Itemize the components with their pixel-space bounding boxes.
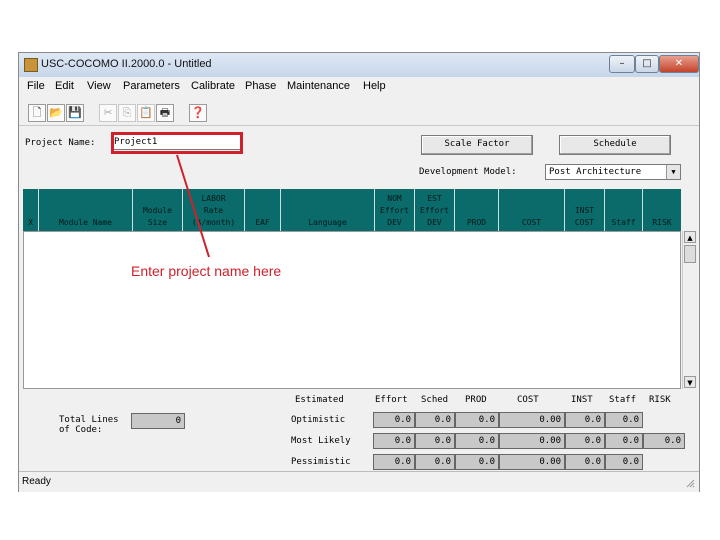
status-bar: Ready — [19, 471, 699, 492]
estimated-header: Estimated — [295, 395, 344, 405]
optimistic-inst: 0.0 — [565, 412, 605, 428]
optimistic-cost: 0.00 — [499, 412, 565, 428]
most-likely-sched: 0.0 — [415, 433, 455, 449]
col-header-inst-cost[interactable]: INST COST — [565, 189, 605, 231]
minimize-button[interactable]: – — [609, 55, 635, 73]
menu-edit[interactable]: Edit — [55, 80, 74, 92]
col-header-prod[interactable]: PROD — [455, 189, 499, 231]
pessimistic-prod: 0.0 — [455, 454, 499, 470]
col-header-x[interactable]: X — [23, 189, 39, 231]
col-header-est-effort[interactable]: EST Effort DEV — [415, 189, 455, 231]
optimistic-sched: 0.0 — [415, 412, 455, 428]
vertical-scrollbar[interactable]: ▲ ▼ — [682, 231, 697, 389]
most-likely-prod: 0.0 — [455, 433, 499, 449]
app-window: USC-COCOMO II.2000.0 - Untitled – □ ✕ Fi… — [18, 52, 700, 492]
most-likely-risk: 0.0 — [643, 433, 685, 449]
optimistic-prod: 0.0 — [455, 412, 499, 428]
total-lines-label: Total Lines — [59, 415, 119, 425]
annotation-arrow — [176, 154, 210, 258]
project-name-highlight — [111, 132, 243, 154]
toolbar: 🗋 📂 💾 ✂ ⎘ 📋 🖶 ❓ — [19, 99, 699, 126]
col-header-cost[interactable]: COST — [499, 189, 565, 231]
development-model-value: Post Architecture — [549, 167, 642, 177]
maximize-button[interactable]: □ — [635, 55, 659, 73]
cut-icon[interactable]: ✂ — [99, 104, 117, 122]
optimistic-staff: 0.0 — [605, 412, 643, 428]
chevron-down-icon[interactable]: ▼ — [666, 165, 680, 179]
menu-phase[interactable]: Phase — [245, 80, 276, 92]
col-header-module-name[interactable]: Module Name — [39, 189, 133, 231]
menu-bar: File Edit View Parameters Calibrate Phas… — [19, 77, 699, 97]
most-likely-effort: 0.0 — [373, 433, 415, 449]
col-header-language[interactable]: Language — [281, 189, 375, 231]
pessimistic-inst: 0.0 — [565, 454, 605, 470]
col-header-staff[interactable]: Staff — [605, 189, 643, 231]
copy-icon[interactable]: ⎘ — [118, 104, 136, 122]
col-header-nom-effort[interactable]: NOM Effort DEV — [375, 189, 415, 231]
annotation-label: Enter project name here — [131, 263, 282, 279]
status-text: Ready — [22, 476, 51, 487]
most-likely-inst: 0.0 — [565, 433, 605, 449]
pessimistic-cost: 0.00 — [499, 454, 565, 470]
window-title: USC-COCOMO II.2000.0 - Untitled — [41, 58, 212, 70]
title-bar[interactable]: USC-COCOMO II.2000.0 - Untitled – □ ✕ — [19, 53, 699, 78]
module-table-header: X Module Name Module Size LABOR Rate ($/mon… — [23, 189, 681, 231]
scroll-up-icon[interactable]: ▲ — [684, 231, 696, 243]
scale-factor-button[interactable]: Scale Factor — [421, 135, 533, 155]
scroll-thumb[interactable] — [684, 245, 696, 263]
most-likely-staff: 0.0 — [605, 433, 643, 449]
new-file-icon[interactable]: 🗋 — [28, 104, 46, 122]
total-lines-label-2: of Code: — [59, 425, 103, 435]
menu-parameters[interactable]: Parameters — [123, 80, 180, 92]
help-icon[interactable]: ❓ — [189, 104, 207, 122]
print-icon[interactable]: 🖶 — [156, 104, 174, 122]
menu-help[interactable]: Help — [363, 80, 386, 92]
paste-icon[interactable]: 📋 — [137, 104, 155, 122]
cost-header: COST — [517, 395, 539, 405]
menu-maintenance[interactable]: Maintenance — [287, 80, 350, 92]
development-model-label: Development Model: — [419, 167, 517, 177]
total-lines-value: 0 — [131, 413, 185, 429]
pessimistic-sched: 0.0 — [415, 454, 455, 470]
optimistic-effort: 0.0 — [373, 412, 415, 428]
open-folder-icon[interactable]: 📂 — [47, 104, 65, 122]
close-button[interactable]: ✕ — [659, 55, 699, 73]
resize-grip-icon[interactable] — [685, 478, 695, 488]
risk-header: RISK — [649, 395, 671, 405]
pessimistic-staff: 0.0 — [605, 454, 643, 470]
pessimistic-effort: 0.0 — [373, 454, 415, 470]
schedule-button[interactable]: Schedule — [559, 135, 671, 155]
col-header-eaf[interactable]: EAF — [245, 189, 281, 231]
scroll-down-icon[interactable]: ▼ — [684, 376, 696, 388]
development-model-select[interactable]: Post Architecture ▼ — [545, 164, 681, 180]
menu-file[interactable]: File — [27, 80, 45, 92]
estimate-summary: Total Lines of Code: 0 Estimated Effort … — [23, 391, 693, 471]
project-name-label: Project Name: — [25, 138, 96, 148]
prod-header: PROD — [465, 395, 487, 405]
inst-header: INST — [571, 395, 593, 405]
save-icon[interactable]: 💾 — [66, 104, 84, 122]
staff-header: Staff — [609, 395, 637, 405]
sched-header: Sched — [421, 395, 449, 405]
menu-view[interactable]: View — [87, 80, 111, 92]
module-table-body[interactable] — [23, 231, 681, 389]
effort-header: Effort — [375, 395, 408, 405]
app-icon — [24, 58, 38, 72]
col-header-risk[interactable]: RISK — [643, 189, 681, 231]
menu-calibrate[interactable]: Calibrate — [191, 80, 235, 92]
pessimistic-label: Pessimistic — [291, 457, 351, 467]
most-likely-cost: 0.00 — [499, 433, 565, 449]
optimistic-label: Optimistic — [291, 415, 346, 425]
most-likely-label: Most Likely — [291, 436, 351, 446]
